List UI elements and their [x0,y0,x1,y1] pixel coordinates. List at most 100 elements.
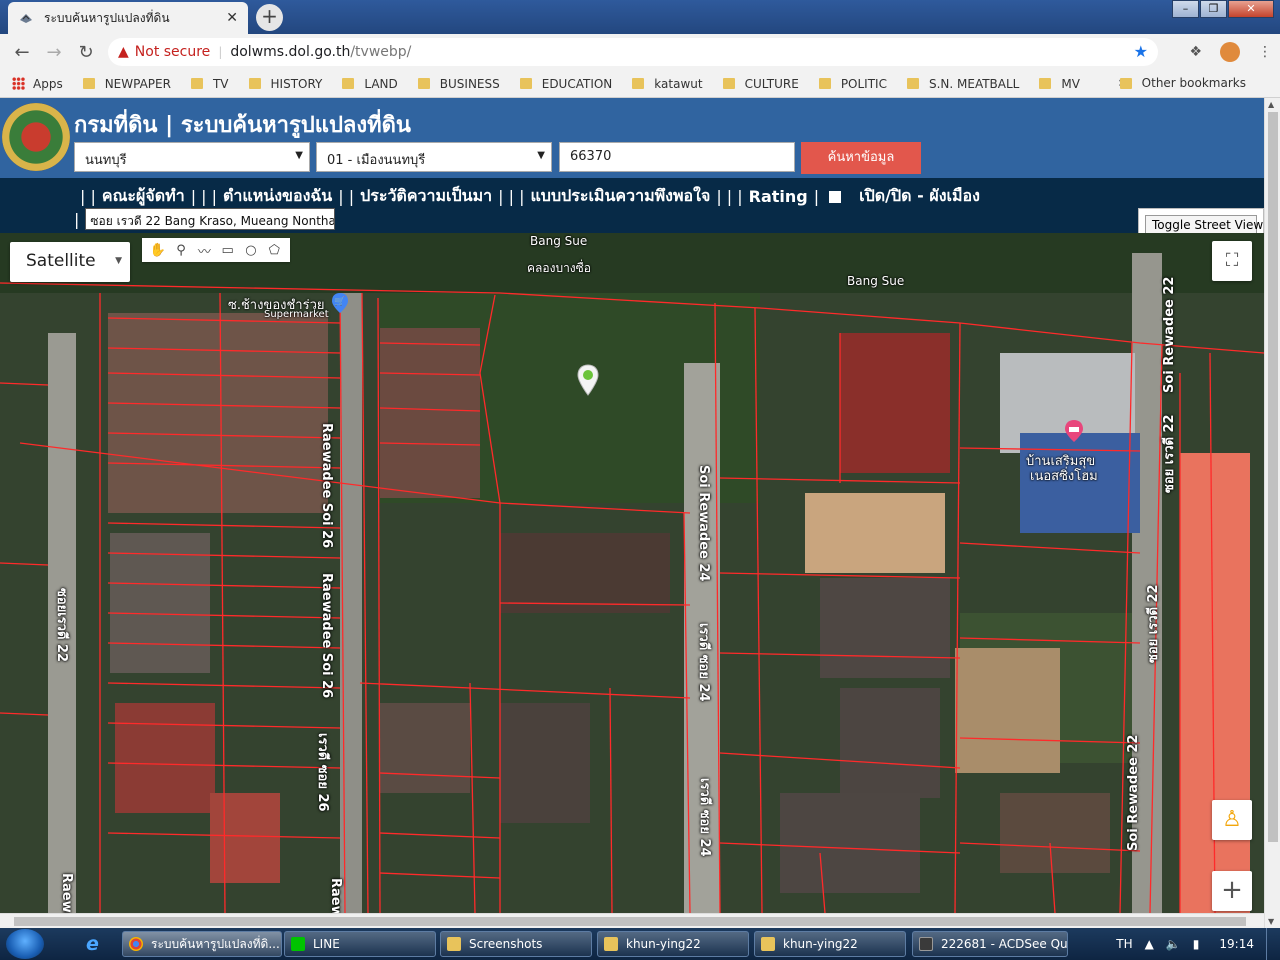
tab-title: ระบบค้นหารูปแปลงที่ดิน [44,10,170,25]
vertical-scrollbar[interactable]: ▲ ▼ [1264,98,1280,928]
menu-kebab-icon[interactable]: ⋮ [1258,44,1272,60]
folder-icon [1119,77,1132,89]
marker-tool-icon[interactable]: ⚲ [169,243,192,258]
menu-item-history[interactable]: ประวัติความเป็นมา [360,184,492,209]
maximize-button[interactable]: ❐ [1200,0,1227,18]
taskbar-item-folder[interactable]: khun-ying22 [597,931,749,957]
language-indicator[interactable]: TH [1116,937,1132,951]
place-search-input[interactable]: ซอย เรวดี 22 Bang Kraso, Mueang Nonthabu… [85,208,336,230]
volume-icon[interactable]: 🔈 [1166,937,1181,951]
bookmark-label: HISTORY [270,76,323,91]
shopping-cart-icon[interactable]: 🛒 [331,292,349,314]
task-label: 222681 - ACDSee Qu... [941,937,1068,951]
reload-icon[interactable]: ↻ [70,42,102,63]
folder-icon [342,78,355,89]
chrome-icon [129,937,143,951]
polyline-tool-icon[interactable]: 〰 [193,241,216,260]
taskbar-item-folder[interactable]: Screenshots [440,931,592,957]
rectangle-tool-icon[interactable]: ▭ [216,243,239,258]
road-label: เรวดี ซอย 26 [315,733,330,812]
menu-item-my-location[interactable]: ตำแหน่งของฉัน [223,184,332,209]
show-desktop-button[interactable] [1266,928,1280,960]
dropbox-icon[interactable]: ❖ [1189,44,1202,60]
menu-item-team[interactable]: คณะผู้จัดทำ [102,184,185,209]
bookmark-folder[interactable]: CULTURE [722,77,799,91]
apps-grid-icon [12,77,25,90]
location-pin-icon[interactable] [577,364,599,396]
new-tab-button[interactable]: + [256,4,283,31]
bookmark-apps[interactable]: Apps [12,77,63,91]
canal-label: คลองบางซื่อ [527,261,592,275]
taskbar-item-acdsee[interactable]: 222681 - ACDSee Qu... [912,931,1068,957]
menu-item-rating[interactable]: Rating [749,187,808,206]
road-label: Soi Rewadee 22 [1162,276,1177,393]
menu-item-survey[interactable]: แบบประเมินความพึงพอใจ [530,184,710,209]
satellite-imagery [0,233,1264,913]
menu-divider: | [74,209,80,229]
district-select[interactable]: 01 - เมืองนนทบุรี ▼ [316,142,552,172]
horizontal-scrollbar[interactable] [0,913,1264,928]
toggle-street-view-button[interactable]: Toggle Street View [1145,215,1263,235]
profile-avatar[interactable] [1220,42,1240,62]
scroll-thumb[interactable] [1268,112,1278,842]
road-label: ซอยเรวดี 22 [54,588,69,663]
hand-pan-icon[interactable]: ✋ [146,243,169,258]
menu-divider: | | | [498,187,525,206]
scroll-down-icon[interactable]: ▼ [1268,917,1274,926]
taskbar-item-folder[interactable]: khun-ying22 [754,931,906,957]
forward-icon[interactable]: → [38,42,70,63]
clock[interactable]: 19:14 [1219,937,1254,951]
road-label: ซอย เรวดี 22 [1146,584,1161,663]
parcel-input[interactable]: 66370 [559,142,795,172]
svg-text:🛒: 🛒 [334,295,345,307]
circle-tool-icon[interactable]: ○ [239,243,262,258]
hotel-bed-icon[interactable] [1064,419,1084,443]
bookmark-folder[interactable]: MV [1039,77,1080,91]
bookmark-folder[interactable]: katawut [632,77,703,91]
start-button[interactable] [6,929,44,959]
tab-close-icon[interactable]: ✕ [226,10,238,26]
task-label: khun-ying22 [783,937,858,951]
taskbar-item-line[interactable]: LINE [284,931,436,957]
folder-icon [761,937,775,951]
map-type-select[interactable]: Satellite ▼ [10,242,130,282]
bookmark-folder[interactable]: HISTORY [248,76,323,91]
bookmark-label: Apps [33,76,63,91]
bookmark-folder[interactable]: S.N. MEATBALL [906,77,1019,91]
scroll-up-icon[interactable]: ▲ [1268,100,1274,109]
bookmark-folder[interactable]: EDUCATION [519,77,612,91]
tray-expand-icon[interactable]: ▲ [1145,937,1154,951]
zoom-in-button[interactable]: + [1212,871,1252,911]
bookmark-folder[interactable]: BUSINESS [417,77,500,91]
menu-row: | | คณะผู้จัดทำ | | | ตำแหน่งของฉัน | | … [74,184,980,209]
scroll-thumb[interactable] [14,917,1246,926]
province-select[interactable]: นนทบุรี ▼ [74,142,310,172]
close-window-button[interactable]: ✕ [1228,0,1274,18]
parcel-value: 66370 [570,149,612,164]
map-canvas[interactable]: 🛒 Bang Sue คลองบางซื่อ Bang Sue ซ.ช้างขอ… [0,233,1264,913]
folder-icon [604,937,618,951]
taskbar-item-chrome[interactable]: ระบบค้นหารูปแปลงที่ดิ... [122,931,282,957]
browser-tab[interactable]: ระบบค้นหารูปแปลงที่ดิน ✕ [8,2,248,34]
folder-icon [190,78,203,89]
polygon-tool-icon[interactable]: ⬠ [263,243,286,258]
internet-explorer-icon[interactable]: e [86,933,99,955]
menu-divider: | [813,187,820,206]
folder-icon [1039,78,1052,89]
bookmark-folder[interactable]: NEWPAPER [82,77,171,91]
other-bookmarks[interactable]: Other bookmarks [1119,76,1246,90]
search-button[interactable]: ค้นหาข้อมูล [801,142,921,174]
signal-icon[interactable]: ▮ [1193,937,1200,951]
town-plan-checkbox[interactable] [829,190,842,203]
address-bar[interactable]: ▲ Not secure | dolwms.dol.go.th /tvwebp/… [108,38,1158,66]
bookmark-folder[interactable]: POLITIC [818,77,887,91]
pegman-street-view-icon[interactable]: ♙ [1212,800,1252,840]
fullscreen-icon[interactable]: ⛶ [1212,241,1252,281]
bookmark-star-icon[interactable]: ★ [1134,42,1148,61]
bookmark-folder[interactable]: LAND [342,77,398,91]
minimize-button[interactable]: – [1172,0,1199,18]
bookmark-folder[interactable]: TV [190,77,229,91]
road-label: Raew [328,878,343,913]
back-icon[interactable]: ← [6,42,38,63]
window-controls: – ❐ ✕ [1171,0,1274,18]
